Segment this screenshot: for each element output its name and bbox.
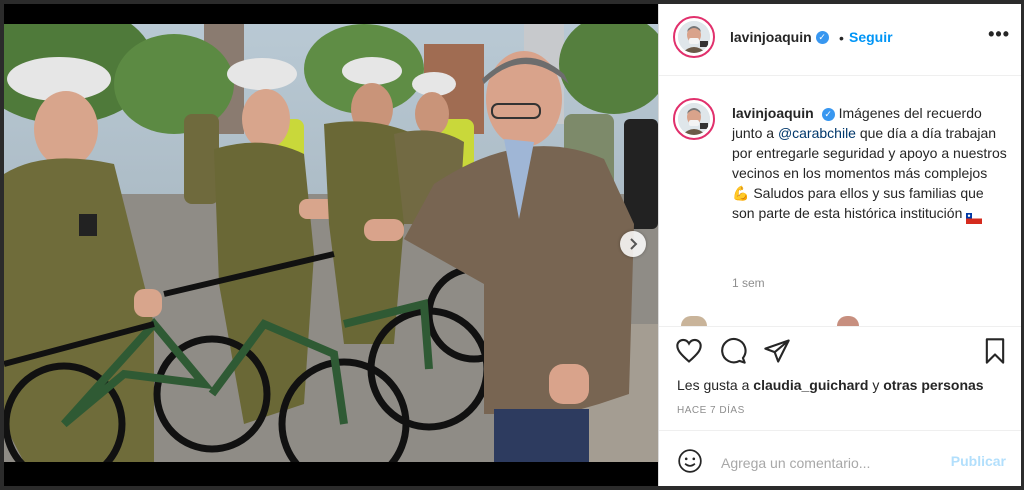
follow-button[interactable]: Seguir: [849, 29, 893, 45]
add-comment-bar: Publicar: [659, 430, 1024, 491]
heart-icon[interactable]: [675, 337, 703, 365]
post-date[interactable]: HACE 7 DÍAS: [677, 405, 745, 416]
caption-mention[interactable]: @carabchile: [778, 125, 856, 141]
avatar[interactable]: [673, 16, 715, 58]
avatar[interactable]: [673, 98, 715, 140]
likes-user[interactable]: claudia_guichard: [753, 377, 868, 393]
post-header: lavinjoaquin ✓ • Seguir •••: [659, 0, 1024, 76]
post-media: [0, 0, 658, 490]
username[interactable]: lavinjoaquin: [730, 29, 812, 45]
send-icon[interactable]: [763, 337, 791, 365]
next-comment-avatar-peek: [681, 316, 707, 326]
caption-part3: Saludos para ellos y sus familias que so…: [732, 185, 984, 221]
smiley-icon[interactable]: [677, 448, 703, 474]
profile-picture: [678, 103, 710, 135]
caption-timestamp[interactable]: 1 sem: [732, 276, 765, 290]
bookmark-icon[interactable]: [981, 337, 1009, 365]
comment-input[interactable]: [719, 451, 943, 475]
publish-button[interactable]: Publicar: [951, 453, 1006, 469]
flexed-biceps-emoji: 💪: [732, 185, 750, 201]
likes-others[interactable]: otras personas: [883, 377, 983, 393]
post-actions: Les gusta a claudia_guichard y otras per…: [659, 326, 1024, 416]
caption-comment: lavinjoaquin ✓ Imágenes del recuerdo junt…: [659, 76, 1024, 326]
verified-badge-icon: ✓: [815, 31, 829, 45]
verified-badge-icon: ✓: [821, 107, 835, 121]
next-comment-avatar-peek: [837, 316, 859, 326]
chevron-right-icon: [630, 238, 638, 250]
post-author[interactable]: lavinjoaquin ✓: [730, 29, 829, 47]
profile-picture: [678, 21, 710, 53]
next-photo-button[interactable]: [620, 231, 646, 257]
caption-text: lavinjoaquin ✓ Imágenes del recuerdo junt…: [732, 103, 1007, 224]
likes-prefix: Les gusta a: [677, 377, 754, 393]
post-side-panel: lavinjoaquin ✓ • Seguir ••• lavinjoaquin ✓…: [658, 0, 1024, 490]
post-photo[interactable]: [4, 24, 658, 462]
comment-icon[interactable]: [719, 337, 747, 365]
more-options-button[interactable]: •••: [988, 24, 1010, 45]
likes-and: y: [868, 377, 884, 393]
caption-username[interactable]: lavinjoaquin: [732, 105, 814, 121]
likes-summary: Les gusta a claudia_guichard y otras per…: [677, 377, 984, 393]
chile-flag-icon: [966, 209, 983, 224]
separator-dot: •: [839, 30, 844, 46]
